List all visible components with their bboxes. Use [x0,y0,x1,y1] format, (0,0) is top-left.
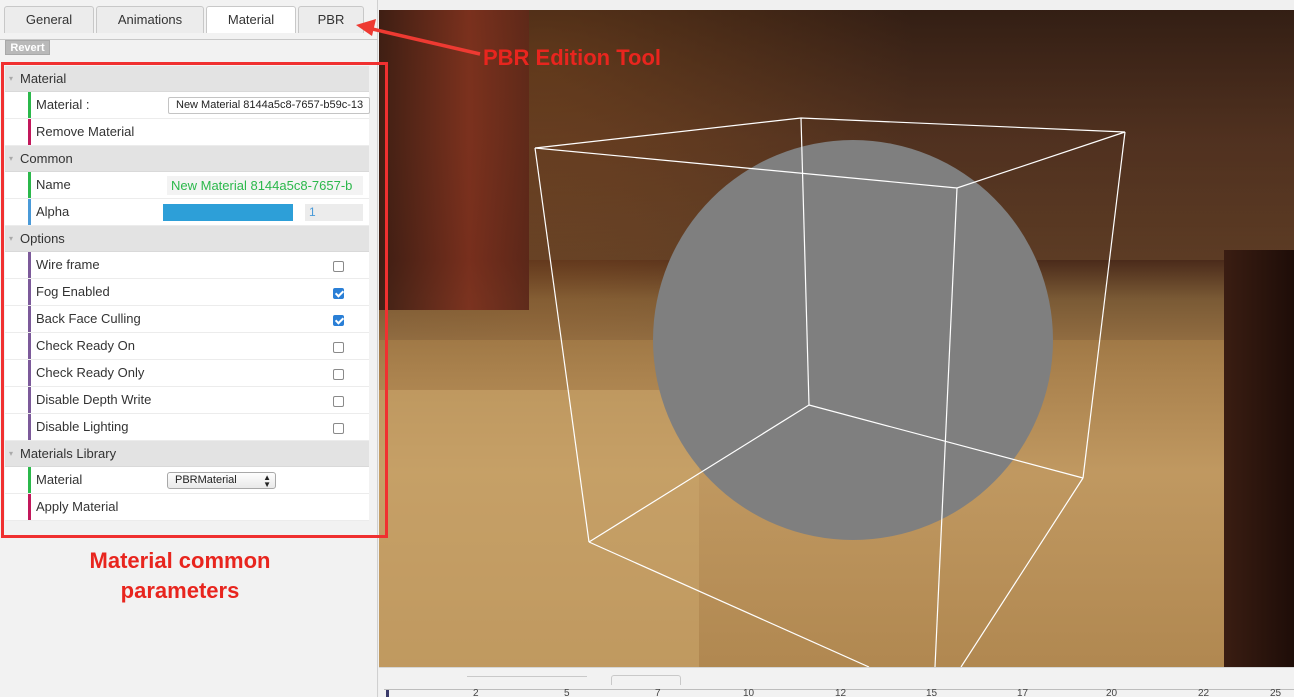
row-color-bar [28,199,31,225]
timeline-tick: 15 [926,688,938,697]
annotation-line-2: parameters [120,578,240,603]
row-color-bar [28,494,31,520]
option-label: Fog Enabled [36,284,110,299]
row-color-bar [28,387,31,413]
timeline-tick: 10 [743,688,755,697]
timeline-tick: 5 [564,688,570,697]
alpha-value-field[interactable]: 1 [305,204,363,221]
group-title: Material [20,71,67,86]
row-color-bar [28,252,31,278]
annotation-common-params: Material common parameters [60,546,300,606]
inspector-tabs: General Animations Material PBR [0,6,378,40]
option-label: Disable Lighting [36,419,129,434]
option-row: Disable Lighting [5,414,369,441]
apply-material-button[interactable]: Apply Material [36,494,118,520]
row-name: Name New Material 8144a5c8-7657-b [5,172,369,199]
option-row: Wire frame [5,252,369,279]
group-title: Common [20,151,73,166]
row-color-bar [28,414,31,440]
row-apply-material[interactable]: Apply Material [5,494,369,521]
group-header-materials-library[interactable]: ▾ Materials Library [5,441,369,467]
alpha-label: Alpha [36,204,70,219]
timeline-tick: 17 [1017,688,1029,697]
row-color-bar [28,172,31,198]
group-title: Options [20,231,65,246]
material-label: Material : [36,97,90,112]
timeline-tick: 2 [473,688,479,697]
select-arrows-icon: ▲ ▼ [263,473,271,489]
option-row: Back Face Culling [5,306,369,333]
tab-general[interactable]: General [4,6,94,33]
disable-depth-write-checkbox[interactable] [333,396,344,407]
option-label: Disable Depth Write [36,392,152,407]
back-face-culling-checkbox[interactable] [333,315,344,326]
option-label: Check Ready Only [36,365,145,380]
row-remove-material[interactable]: Remove Material [5,119,369,146]
wire-frame-checkbox[interactable] [333,261,344,272]
group-header-options[interactable]: ▾ Options [5,226,369,252]
row-color-bar [28,467,31,493]
row-color-bar [28,360,31,386]
animation-timeline[interactable]: 2 5 7 10 12 15 17 20 22 25 [384,689,1294,697]
render-viewport[interactable] [379,10,1294,667]
annotation-pbr-tool: PBR Edition Tool [483,45,662,70]
option-label: Check Ready On [36,338,135,353]
option-row: Fog Enabled [5,279,369,306]
check-ready-only-checkbox[interactable] [333,369,344,380]
revert-button[interactable]: Revert [5,40,50,55]
option-row: Check Ready Only [5,360,369,387]
collapse-caret-icon: ▾ [9,154,14,163]
timeline-tick: 20 [1106,688,1118,697]
material-type-select[interactable]: PBRMaterial ▲ ▼ [167,472,276,489]
toolbar-segment[interactable] [467,676,587,686]
fog-enabled-checkbox[interactable] [333,288,344,299]
option-row: Check Ready On [5,333,369,360]
group-title: Materials Library [20,446,117,461]
scene-svg [534,117,1126,667]
select-value: PBRMaterial [175,474,237,486]
row-alpha: Alpha 1 [5,199,369,226]
group-header-common[interactable]: ▾ Common [5,146,369,172]
app-window: General Animations Material PBR Revert ▾… [0,0,1294,697]
alpha-slider[interactable] [163,204,293,221]
material-preview-sphere [653,140,1053,540]
row-library-material: Material PBRMaterial ▲ ▼ [5,467,369,494]
option-label: Wire frame [36,257,100,272]
disable-lighting-checkbox[interactable] [333,423,344,434]
timeline-tick: 22 [1198,688,1210,697]
row-color-bar [28,333,31,359]
tab-animations[interactable]: Animations [96,6,204,33]
option-row: Disable Depth Write [5,387,369,414]
annotation-arrow-icon [356,19,481,56]
option-label: Back Face Culling [36,311,141,326]
material-field[interactable]: New Material 8144a5c8-7657-b59c-13 [168,97,370,114]
row-color-bar [28,306,31,332]
tab-material[interactable]: Material [206,6,296,33]
check-ready-on-checkbox[interactable] [333,342,344,353]
row-color-bar [28,92,31,118]
row-material-select: Material : New Material 8144a5c8-7657-b5… [5,92,370,119]
timeline-tick: 12 [835,688,847,697]
row-color-bar [28,119,31,145]
annotation-line-1: Material common [89,548,271,573]
timeline-cursor[interactable] [386,690,389,697]
timeline-tick: 25 [1270,688,1282,697]
collapse-caret-icon: ▾ [9,74,14,83]
row-color-bar [28,279,31,305]
toolbar-segment[interactable] [611,675,681,685]
name-label: Name [36,177,71,192]
tab-divider [0,39,378,40]
property-grid: ▾ Material Material : New Material 8144a… [5,66,370,521]
library-material-label: Material [36,472,83,487]
remove-material-button[interactable]: Remove Material [36,119,134,145]
collapse-caret-icon: ▾ [9,234,14,243]
collapse-caret-icon: ▾ [9,449,14,458]
name-field[interactable]: New Material 8144a5c8-7657-b [167,176,363,195]
timeline-tick: 7 [655,688,661,697]
group-header-material[interactable]: ▾ Material [5,66,369,92]
